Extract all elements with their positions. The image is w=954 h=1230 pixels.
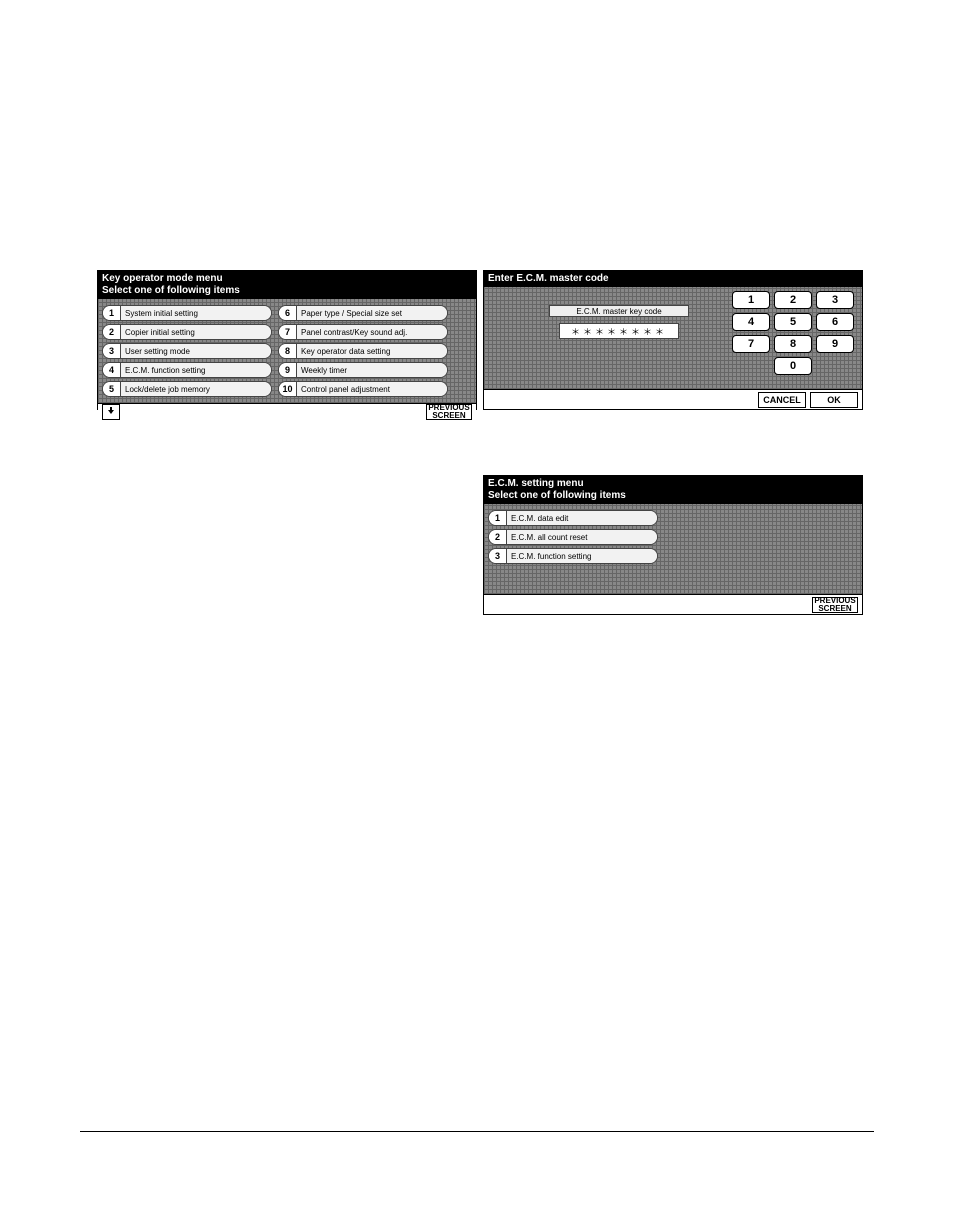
panel2-header: Enter E.C.M. master code: [484, 271, 862, 287]
menu-item-weekly-timer[interactable]: 9 Weekly timer: [278, 362, 448, 378]
panel1-body: 1 System initial setting 2 Copier initia…: [98, 299, 476, 403]
key-2[interactable]: 2: [774, 291, 812, 309]
menu-item-panel-contrast[interactable]: 7 Panel contrast/Key sound adj.: [278, 324, 448, 340]
ecm-code-label: E.C.M. master key code: [549, 305, 689, 317]
key-7[interactable]: 7: [732, 335, 770, 353]
panel3-title-line2: Select one of following items: [488, 490, 858, 502]
menu-item-key-operator-data[interactable]: 8 Key operator data setting: [278, 343, 448, 359]
previous-screen-button-2[interactable]: PREVIOUS SCREEN: [812, 597, 858, 613]
panel-ecm-setting-menu: E.C.M. setting menu Select one of follow…: [483, 475, 863, 615]
menu-item-copier-initial[interactable]: 2 Copier initial setting: [102, 324, 272, 340]
page-bottom-rule: [80, 1131, 874, 1132]
key-8[interactable]: 8: [774, 335, 812, 353]
page-down-button[interactable]: [102, 404, 120, 420]
panel3-body: 1 E.C.M. data edit 2 E.C.M. all count re…: [484, 504, 862, 594]
panel-key-operator-menu: Key operator mode menu Select one of fol…: [97, 270, 477, 410]
menu-item-ecm-function-setting[interactable]: 3 E.C.M. function setting: [488, 548, 658, 564]
ok-button[interactable]: OK: [810, 392, 858, 408]
menu-item-control-panel-adjust[interactable]: 10 Control panel adjustment: [278, 381, 448, 397]
cancel-button[interactable]: CANCEL: [758, 392, 806, 408]
panel3-title-line1: E.C.M. setting menu: [488, 478, 858, 490]
key-6[interactable]: 6: [816, 313, 854, 331]
panel3-footer: PREVIOUS SCREEN: [484, 594, 862, 614]
key-1[interactable]: 1: [732, 291, 770, 309]
menu-item-ecm-data-edit[interactable]: 1 E.C.M. data edit: [488, 510, 658, 526]
key-4[interactable]: 4: [732, 313, 770, 331]
panel-enter-ecm-code: Enter E.C.M. master code E.C.M. master k…: [483, 270, 863, 410]
numeric-keypad: 1 2 3 4 5 6 7 8 9 0: [728, 291, 858, 375]
key-3[interactable]: 3: [816, 291, 854, 309]
menu-item-ecm-function[interactable]: 4 E.C.M. function setting: [102, 362, 272, 378]
key-5[interactable]: 5: [774, 313, 812, 331]
menu-item-user-setting[interactable]: 3 User setting mode: [102, 343, 272, 359]
panel1-header: Key operator mode menu Select one of fol…: [98, 271, 476, 299]
key-9[interactable]: 9: [816, 335, 854, 353]
panel2-footer: CANCEL OK: [484, 389, 862, 409]
menu-item-ecm-all-count-reset[interactable]: 2 E.C.M. all count reset: [488, 529, 658, 545]
key-0[interactable]: 0: [774, 357, 812, 375]
panel1-title-line1: Key operator mode menu: [102, 273, 472, 285]
panel1-footer: PREVIOUS SCREEN: [98, 403, 476, 420]
panel3-header: E.C.M. setting menu Select one of follow…: [484, 476, 862, 504]
panel2-body: E.C.M. master key code ＊＊＊＊＊＊＊＊ 1 2 3 4 …: [484, 287, 862, 389]
menu-item-system-initial[interactable]: 1 System initial setting: [102, 305, 272, 321]
menu-item-paper-type[interactable]: 6 Paper type / Special size set: [278, 305, 448, 321]
menu-item-lock-delete[interactable]: 5 Lock/delete job memory: [102, 381, 272, 397]
ecm-code-display: ＊＊＊＊＊＊＊＊: [559, 323, 679, 339]
panel1-title-line2: Select one of following items: [102, 285, 472, 297]
previous-screen-button[interactable]: PREVIOUS SCREEN: [426, 404, 472, 420]
panel2-title: Enter E.C.M. master code: [488, 273, 858, 285]
